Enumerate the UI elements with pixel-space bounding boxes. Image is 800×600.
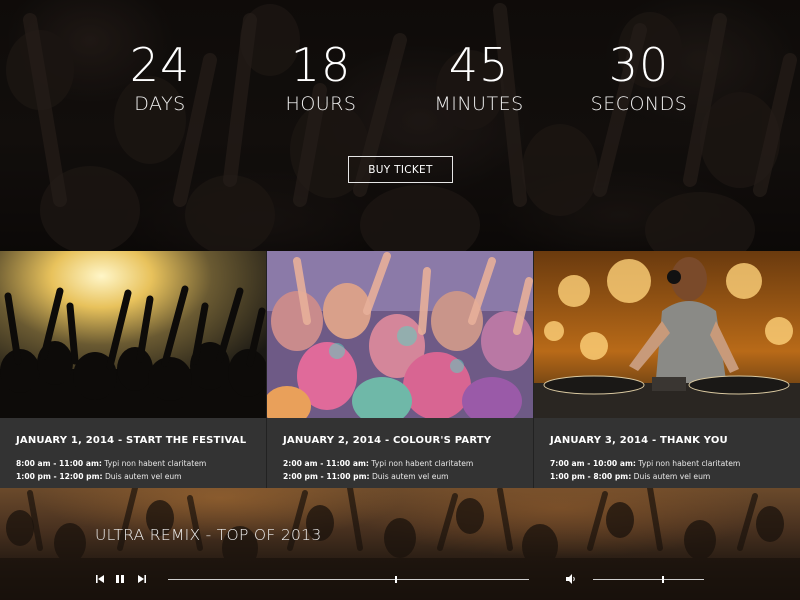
pause-icon[interactable]	[114, 572, 128, 586]
countdown: 24 DAYS 18 HOURS 45 MINUTES 30 SECONDS	[0, 38, 800, 128]
event-activity: Duis autem vel eum	[102, 472, 182, 481]
event-schedule-line: 2:00 pm - 11:00 pm: Duis autem vel eum	[283, 470, 517, 483]
event-activity: Typi non habent claritatem	[635, 459, 741, 468]
hours-label: HOURS	[285, 93, 357, 115]
event-info: JANUARY 2, 2014 - COLOUR'S PARTY 2:00 am…	[267, 418, 533, 483]
event-card-1[interactable]: JANUARY 1, 2014 - START THE FESTIVAL 8:0…	[0, 251, 267, 488]
event-title: JANUARY 2, 2014 - COLOUR'S PARTY	[283, 435, 492, 446]
previous-icon[interactable]	[94, 572, 108, 586]
event-activity: Typi non habent claritatem	[101, 459, 207, 468]
event-title: JANUARY 3, 2014 - THANK YOU	[550, 435, 728, 446]
countdown-days: 24 DAYS	[80, 38, 240, 116]
event-title: JANUARY 1, 2014 - START THE FESTIVAL	[16, 435, 247, 446]
event-time: 1:00 pm - 8:00 pm:	[550, 472, 632, 481]
event-schedule-line: 8:00 am - 11:00 am: Typi non habent clar…	[16, 457, 250, 470]
minutes-value: 45	[448, 38, 510, 92]
event-time: 8:00 am - 11:00 am:	[16, 459, 102, 468]
volume-icon[interactable]	[565, 572, 579, 586]
event-activity: Typi non habent claritatem	[368, 459, 474, 468]
minutes-label: MINUTES	[434, 93, 524, 115]
event-time: 2:00 am - 11:00 am:	[283, 459, 369, 468]
event-time: 7:00 am - 10:00 am:	[550, 459, 636, 468]
event-schedule-line: 2:00 am - 11:00 am: Typi non habent clar…	[283, 457, 517, 470]
event-time: 1:00 pm - 12:00 pm:	[16, 472, 103, 481]
countdown-minutes: 45 MINUTES	[399, 38, 559, 116]
seconds-value: 30	[608, 38, 670, 92]
next-icon[interactable]	[136, 572, 150, 586]
progress-handle[interactable]	[395, 576, 398, 583]
event-activity: Duis autem vel eum	[369, 472, 449, 481]
event-time: 2:00 pm - 11:00 pm:	[283, 472, 370, 481]
seconds-label: SECONDS	[590, 93, 688, 115]
countdown-hero: 24 DAYS 18 HOURS 45 MINUTES 30 SECONDS B…	[0, 0, 800, 251]
event-image-colour-party	[267, 251, 533, 418]
hours-value: 18	[290, 38, 352, 92]
event-info: JANUARY 3, 2014 - THANK YOU 7:00 am - 10…	[534, 418, 800, 483]
event-image-dj-turntables	[534, 251, 800, 418]
event-activity: Duis autem vel eum	[631, 472, 711, 481]
progress-bar[interactable]	[168, 576, 529, 583]
volume-handle[interactable]	[661, 576, 664, 583]
event-info: JANUARY 1, 2014 - START THE FESTIVAL 8:0…	[0, 418, 266, 483]
event-schedule: JANUARY 1, 2014 - START THE FESTIVAL 8:0…	[0, 251, 800, 488]
volume-slider[interactable]	[593, 576, 704, 583]
event-schedule-line: 1:00 pm - 12:00 pm: Duis autem vel eum	[16, 470, 250, 483]
player-controls	[0, 572, 800, 588]
event-schedule-line: 7:00 am - 10:00 am: Typi non habent clar…	[550, 457, 784, 470]
event-image-crowd-concert	[0, 251, 266, 418]
track-title: ULTRA REMIX - TOP OF 2013	[95, 526, 322, 544]
music-player: ULTRA REMIX - TOP OF 2013	[0, 488, 800, 600]
event-schedule-line: 1:00 pm - 8:00 pm: Duis autem vel eum	[550, 470, 784, 483]
event-card-3[interactable]: JANUARY 3, 2014 - THANK YOU 7:00 am - 10…	[534, 251, 800, 488]
days-value: 24	[129, 38, 191, 92]
countdown-seconds: 30 SECONDS	[559, 38, 719, 116]
buy-ticket-button[interactable]: BUY TICKET	[348, 156, 453, 183]
countdown-hours: 18 HOURS	[241, 38, 401, 116]
event-card-2[interactable]: JANUARY 2, 2014 - COLOUR'S PARTY 2:00 am…	[267, 251, 534, 488]
days-label: DAYS	[134, 93, 186, 115]
